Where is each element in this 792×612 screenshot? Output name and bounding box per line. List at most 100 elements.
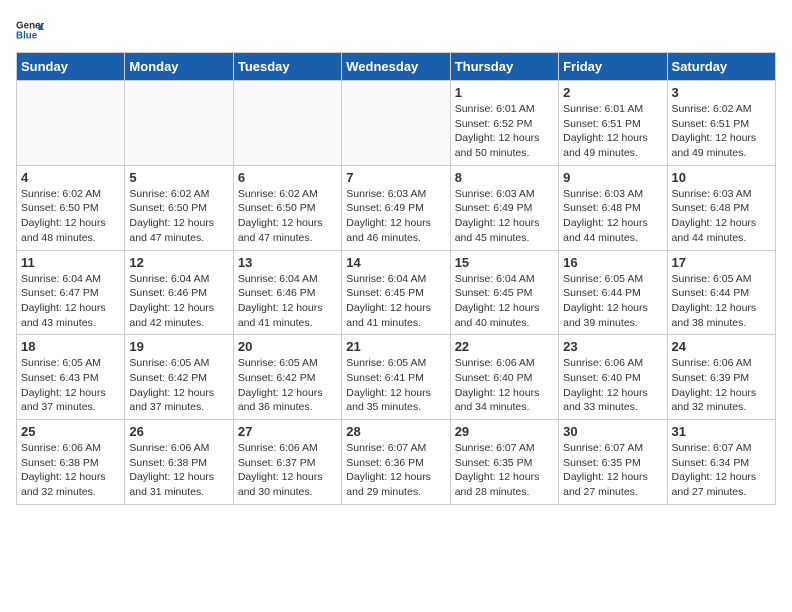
- day-info: Sunrise: 6:01 AM Sunset: 6:52 PM Dayligh…: [455, 102, 554, 161]
- day-number: 11: [21, 255, 120, 270]
- day-number: 16: [563, 255, 662, 270]
- day-info: Sunrise: 6:06 AM Sunset: 6:37 PM Dayligh…: [238, 441, 337, 500]
- day-info: Sunrise: 6:02 AM Sunset: 6:50 PM Dayligh…: [21, 187, 120, 246]
- day-info: Sunrise: 6:06 AM Sunset: 6:39 PM Dayligh…: [672, 356, 771, 415]
- calendar-cell: 1 Sunrise: 6:01 AM Sunset: 6:52 PM Daylig…: [450, 81, 558, 166]
- calendar-cell: 17 Sunrise: 6:05 AM Sunset: 6:44 PM Dayli…: [667, 250, 775, 335]
- calendar-cell: [233, 81, 341, 166]
- day-number: 31: [672, 424, 771, 439]
- day-number: 14: [346, 255, 445, 270]
- weekday-header-thursday: Thursday: [450, 53, 558, 81]
- day-info: Sunrise: 6:05 AM Sunset: 6:42 PM Dayligh…: [238, 356, 337, 415]
- day-number: 22: [455, 339, 554, 354]
- calendar-cell: [125, 81, 233, 166]
- day-info: Sunrise: 6:07 AM Sunset: 6:35 PM Dayligh…: [563, 441, 662, 500]
- calendar-cell: 15 Sunrise: 6:04 AM Sunset: 6:45 PM Dayli…: [450, 250, 558, 335]
- day-number: 24: [672, 339, 771, 354]
- day-info: Sunrise: 6:06 AM Sunset: 6:40 PM Dayligh…: [563, 356, 662, 415]
- calendar-cell: 30Sunrise: 6:07 AM Sunset: 6:35 PM Dayli…: [559, 420, 667, 505]
- day-info: Sunrise: 6:04 AM Sunset: 6:45 PM Dayligh…: [346, 272, 445, 331]
- day-info: Sunrise: 6:05 AM Sunset: 6:43 PM Dayligh…: [21, 356, 120, 415]
- calendar-week-5: 25 Sunrise: 6:06 AM Sunset: 6:38 PM Dayli…: [17, 420, 776, 505]
- day-info: Sunrise: 6:05 AM Sunset: 6:44 PM Dayligh…: [563, 272, 662, 331]
- day-number: 7: [346, 170, 445, 185]
- day-info: Sunrise: 6:04 AM Sunset: 6:46 PM Dayligh…: [129, 272, 228, 331]
- calendar-cell: 20 Sunrise: 6:05 AM Sunset: 6:42 PM Dayli…: [233, 335, 341, 420]
- day-number: 26: [129, 424, 228, 439]
- day-number: 5: [129, 170, 228, 185]
- day-info: Sunrise: 6:03 AM Sunset: 6:48 PM Dayligh…: [563, 187, 662, 246]
- calendar-cell: 28 Sunrise: 6:07 AM Sunset: 6:36 PM Dayli…: [342, 420, 450, 505]
- day-number: 12: [129, 255, 228, 270]
- calendar-cell: 10 Sunrise: 6:03 AM Sunset: 6:48 PM Dayli…: [667, 165, 775, 250]
- day-info: Sunrise: 6:03 AM Sunset: 6:49 PM Dayligh…: [455, 187, 554, 246]
- calendar-cell: 16 Sunrise: 6:05 AM Sunset: 6:44 PM Dayli…: [559, 250, 667, 335]
- day-number: 20: [238, 339, 337, 354]
- calendar-cell: 13 Sunrise: 6:04 AM Sunset: 6:46 PM Dayli…: [233, 250, 341, 335]
- day-number: 8: [455, 170, 554, 185]
- day-info: Sunrise: 6:06 AM Sunset: 6:38 PM Dayligh…: [129, 441, 228, 500]
- header: General Blue: [16, 16, 776, 44]
- calendar-cell: 19 Sunrise: 6:05 AM Sunset: 6:42 PM Dayli…: [125, 335, 233, 420]
- day-number: 13: [238, 255, 337, 270]
- calendar-cell: 2 Sunrise: 6:01 AM Sunset: 6:51 PM Daylig…: [559, 81, 667, 166]
- day-info: Sunrise: 6:04 AM Sunset: 6:45 PM Dayligh…: [455, 272, 554, 331]
- weekday-header-saturday: Saturday: [667, 53, 775, 81]
- calendar-cell: 11 Sunrise: 6:04 AM Sunset: 6:47 PM Dayli…: [17, 250, 125, 335]
- calendar-cell: 9 Sunrise: 6:03 AM Sunset: 6:48 PM Daylig…: [559, 165, 667, 250]
- calendar-week-1: 1 Sunrise: 6:01 AM Sunset: 6:52 PM Daylig…: [17, 81, 776, 166]
- logo: General Blue: [16, 16, 44, 44]
- weekday-header-friday: Friday: [559, 53, 667, 81]
- svg-text:Blue: Blue: [16, 30, 38, 41]
- day-info: Sunrise: 6:05 AM Sunset: 6:41 PM Dayligh…: [346, 356, 445, 415]
- day-number: 23: [563, 339, 662, 354]
- calendar-cell: [17, 81, 125, 166]
- calendar-cell: 26 Sunrise: 6:06 AM Sunset: 6:38 PM Dayli…: [125, 420, 233, 505]
- calendar-cell: 31 Sunrise: 6:07 AM Sunset: 6:34 PM Dayli…: [667, 420, 775, 505]
- day-number: 17: [672, 255, 771, 270]
- day-info: Sunrise: 6:07 AM Sunset: 6:36 PM Dayligh…: [346, 441, 445, 500]
- calendar-week-4: 18 Sunrise: 6:05 AM Sunset: 6:43 PM Dayli…: [17, 335, 776, 420]
- day-number: 9: [563, 170, 662, 185]
- day-info: Sunrise: 6:05 AM Sunset: 6:42 PM Dayligh…: [129, 356, 228, 415]
- day-number: 19: [129, 339, 228, 354]
- calendar-cell: 12 Sunrise: 6:04 AM Sunset: 6:46 PM Dayli…: [125, 250, 233, 335]
- calendar-cell: 21Sunrise: 6:05 AM Sunset: 6:41 PM Dayli…: [342, 335, 450, 420]
- day-number: 15: [455, 255, 554, 270]
- calendar-cell: 3Sunrise: 6:02 AM Sunset: 6:51 PM Daylig…: [667, 81, 775, 166]
- calendar-cell: 22Sunrise: 6:06 AM Sunset: 6:40 PM Dayli…: [450, 335, 558, 420]
- calendar-cell: 14 Sunrise: 6:04 AM Sunset: 6:45 PM Dayli…: [342, 250, 450, 335]
- day-number: 4: [21, 170, 120, 185]
- day-info: Sunrise: 6:04 AM Sunset: 6:47 PM Dayligh…: [21, 272, 120, 331]
- day-number: 1: [455, 85, 554, 100]
- day-number: 25: [21, 424, 120, 439]
- calendar-cell: 29Sunrise: 6:07 AM Sunset: 6:35 PM Dayli…: [450, 420, 558, 505]
- weekday-header-tuesday: Tuesday: [233, 53, 341, 81]
- day-info: Sunrise: 6:02 AM Sunset: 6:51 PM Dayligh…: [672, 102, 771, 161]
- day-number: 6: [238, 170, 337, 185]
- calendar-cell: 27 Sunrise: 6:06 AM Sunset: 6:37 PM Dayli…: [233, 420, 341, 505]
- calendar-cell: 6 Sunrise: 6:02 AM Sunset: 6:50 PM Daylig…: [233, 165, 341, 250]
- day-info: Sunrise: 6:02 AM Sunset: 6:50 PM Dayligh…: [129, 187, 228, 246]
- day-info: Sunrise: 6:01 AM Sunset: 6:51 PM Dayligh…: [563, 102, 662, 161]
- day-info: Sunrise: 6:03 AM Sunset: 6:48 PM Dayligh…: [672, 187, 771, 246]
- day-info: Sunrise: 6:07 AM Sunset: 6:34 PM Dayligh…: [672, 441, 771, 500]
- day-info: Sunrise: 6:05 AM Sunset: 6:44 PM Dayligh…: [672, 272, 771, 331]
- weekday-header-wednesday: Wednesday: [342, 53, 450, 81]
- day-number: 2: [563, 85, 662, 100]
- calendar-cell: 8 Sunrise: 6:03 AM Sunset: 6:49 PM Daylig…: [450, 165, 558, 250]
- day-number: 10: [672, 170, 771, 185]
- calendar-cell: 7Sunrise: 6:03 AM Sunset: 6:49 PM Daylig…: [342, 165, 450, 250]
- day-info: Sunrise: 6:04 AM Sunset: 6:46 PM Dayligh…: [238, 272, 337, 331]
- generalblue-logo-icon: General Blue: [16, 16, 44, 44]
- calendar-cell: 4 Sunrise: 6:02 AM Sunset: 6:50 PM Daylig…: [17, 165, 125, 250]
- day-number: 27: [238, 424, 337, 439]
- day-info: Sunrise: 6:06 AM Sunset: 6:38 PM Dayligh…: [21, 441, 120, 500]
- calendar-cell: 25 Sunrise: 6:06 AM Sunset: 6:38 PM Dayli…: [17, 420, 125, 505]
- weekday-header-monday: Monday: [125, 53, 233, 81]
- day-info: Sunrise: 6:02 AM Sunset: 6:50 PM Dayligh…: [238, 187, 337, 246]
- day-number: 28: [346, 424, 445, 439]
- day-number: 18: [21, 339, 120, 354]
- calendar-week-2: 4 Sunrise: 6:02 AM Sunset: 6:50 PM Daylig…: [17, 165, 776, 250]
- calendar-cell: [342, 81, 450, 166]
